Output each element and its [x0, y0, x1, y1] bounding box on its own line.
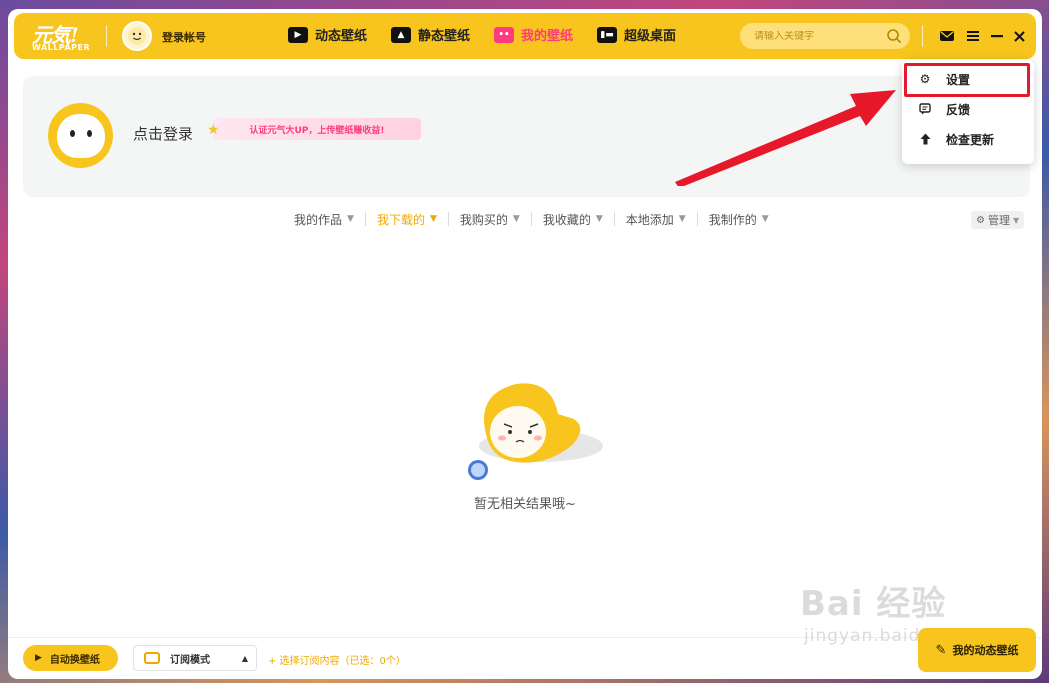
nav-label: 超级桌面: [624, 29, 677, 44]
empty-state-text: 暂无相关结果哦~: [474, 497, 576, 512]
tab-my-works[interactable]: 我的作品 ▼: [283, 212, 366, 227]
tab-label: 我的作品: [294, 212, 343, 227]
tab-label: 我制作的: [708, 212, 757, 227]
nav-label: 静态壁纸: [418, 29, 471, 44]
main-nav: ▶ 动态壁纸 ▲ 静态壁纸 •• 我的壁纸 ▮▬ 超级桌面: [288, 25, 700, 44]
gear-icon: ⚙: [976, 214, 985, 226]
tab-my-purchases[interactable]: 我购买的 ▼: [449, 212, 532, 227]
chevron-down-icon: ▼: [761, 214, 769, 224]
auto-switch-label: 自动换壁纸: [49, 654, 100, 666]
app-logo[interactable]: 元気! WALLPAPER: [28, 19, 98, 53]
red-arrow-annotation: [675, 90, 896, 186]
cat-face-icon: [56, 113, 105, 158]
tab-my-creations[interactable]: 我制作的 ▼: [698, 212, 780, 227]
click-login-link[interactable]: 点击登录: [133, 123, 193, 144]
manage-button[interactable]: ⚙ 管理 ▼: [971, 211, 1025, 229]
close-icon[interactable]: [1010, 27, 1028, 45]
minimize-icon[interactable]: [988, 27, 1006, 45]
select-subscription-link[interactable]: + 选择订阅内容（已选：0个）: [268, 652, 406, 667]
make-button-label: 我的动态壁纸: [952, 644, 1019, 657]
video-icon: ▶: [288, 26, 308, 43]
nav-my-wallpaper[interactable]: •• 我的壁纸: [494, 25, 573, 44]
tab-label: 我下载的: [376, 212, 425, 227]
settings-highlight-box: [904, 63, 1030, 97]
menu-icon[interactable]: [964, 27, 982, 45]
promo-banner[interactable]: ★ 认证元气大UP，上传壁纸赚收益!: [207, 118, 421, 140]
search-input[interactable]: [754, 30, 884, 42]
tab-my-favorites[interactable]: 我收藏的 ▼: [532, 212, 615, 227]
login-account-link[interactable]: 登录帐号: [162, 29, 206, 45]
nav-super-desktop[interactable]: ▮▬ 超级桌面: [597, 25, 676, 44]
chevron-down-icon: ▼: [512, 214, 520, 224]
search-icon[interactable]: [886, 28, 902, 44]
tab-local-add[interactable]: 本地添加 ▼: [615, 212, 698, 227]
chevron-down-icon: ▼: [595, 214, 603, 224]
star-icon: ★: [207, 122, 220, 138]
arrow-up-icon: [918, 133, 932, 145]
chevron-down-icon: ▼: [429, 214, 437, 224]
menu-item-feedback[interactable]: 反馈: [902, 95, 1034, 123]
nav-label: 动态壁纸: [315, 29, 368, 44]
nav-static-wallpaper[interactable]: ▲ 静态壁纸: [391, 25, 470, 44]
chevron-down-icon: ▼: [678, 214, 686, 224]
smiley-icon: [128, 27, 146, 45]
tab-my-downloads[interactable]: 我下载的 ▼: [366, 212, 449, 227]
subscribe-mode-select[interactable]: 订阅模式 ▲: [133, 645, 257, 671]
tab-label: 我收藏的: [542, 212, 591, 227]
logo-subtext: WALLPAPER: [32, 43, 91, 52]
nav-label: 我的壁纸: [521, 29, 574, 44]
menu-item-label: 检查更新: [946, 132, 995, 147]
header-divider: [922, 25, 923, 47]
promo-text: 认证元气大UP，上传壁纸赚收益!: [249, 125, 385, 136]
tab-label: 我购买的: [459, 212, 508, 227]
tab-label: 本地添加: [625, 212, 674, 227]
tv-icon: [144, 652, 160, 664]
my-dynamic-wallpaper-button[interactable]: ✎ 我的动态壁纸: [918, 628, 1036, 672]
mail-icon[interactable]: [938, 27, 956, 45]
manage-label: 管理: [987, 214, 1010, 227]
menu-item-label: 反馈: [946, 102, 971, 117]
image-icon: ▲: [391, 26, 412, 43]
my-wallpaper-icon: ••: [494, 26, 515, 43]
auto-switch-button[interactable]: ▶ 自动换壁纸: [23, 645, 118, 671]
play-icon: ▶: [35, 653, 42, 663]
top-bar: 元気! WALLPAPER 登录帐号 ▶ 动态壁纸 ▲ 静态壁纸 •• 我的壁纸…: [14, 13, 1036, 59]
chevron-down-icon: ▼: [347, 214, 354, 224]
filter-tabs: 我的作品 ▼ 我下载的 ▼ 我购买的 ▼ 我收藏的 ▼ 本地添加 ▼ 我制作的 ▼: [283, 212, 780, 227]
watermark-main: Bai 经验: [800, 584, 947, 624]
pen-icon: ✎: [935, 642, 947, 658]
avatar[interactable]: [122, 21, 152, 51]
menu-item-check-update[interactable]: 检查更新: [902, 125, 1034, 153]
empty-state-illustration: [468, 383, 603, 480]
caret-up-icon: ▲: [241, 653, 248, 663]
nav-dynamic-wallpaper[interactable]: ▶ 动态壁纸: [288, 25, 367, 44]
chevron-down-icon: ▼: [1012, 215, 1020, 225]
header-divider: [106, 25, 107, 47]
profile-avatar[interactable]: [48, 103, 113, 168]
search-box: [740, 23, 910, 49]
feedback-icon: [918, 103, 932, 115]
subscribe-mode-label: 订阅模式: [170, 654, 210, 666]
desktop-icon: ▮▬: [597, 26, 618, 43]
